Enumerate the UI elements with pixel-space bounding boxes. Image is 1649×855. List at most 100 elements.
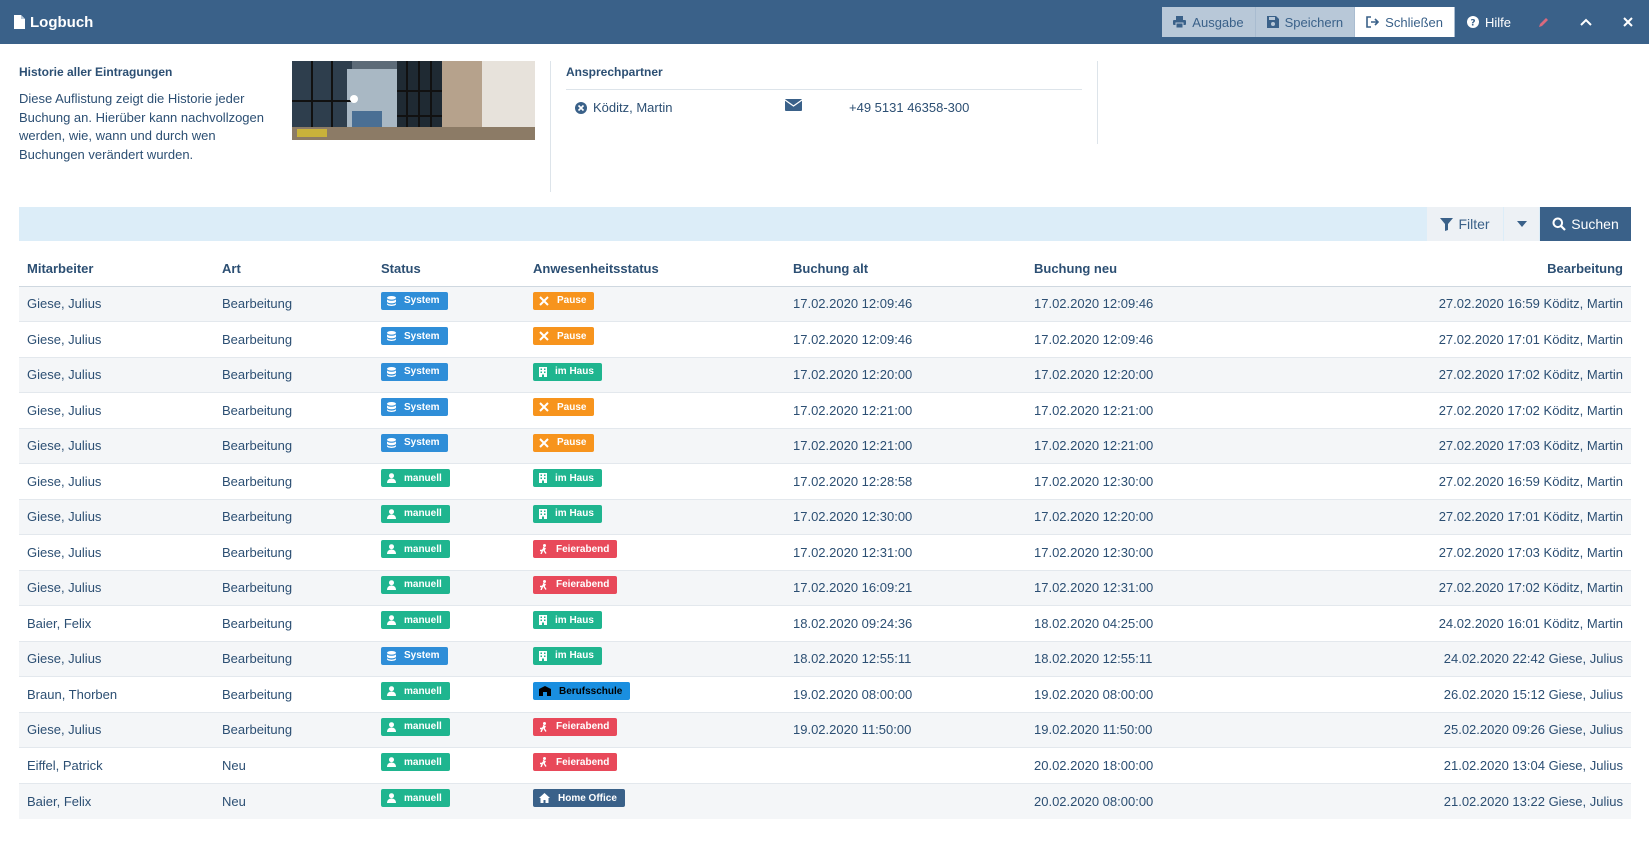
badge-label: Feierabend	[556, 579, 610, 591]
user-icon	[387, 793, 400, 803]
filter-label: Filter	[1458, 216, 1490, 232]
status-badge-manuell: manuell	[381, 611, 450, 630]
presence-badge-feierabend: Feierabend	[533, 717, 618, 736]
cell-bearbeitung: 27.02.2020 17:03 Köditz, Martin	[1276, 427, 1631, 464]
table-row[interactable]: Giese, Julius Bearbeitung System im Haus 17.…	[19, 356, 1631, 393]
cell-mitarbeiter: Giese, Julius	[19, 285, 214, 322]
cell-bearbeitung: 27.02.2020 17:01 Köditz, Martin	[1276, 498, 1631, 535]
cell-buchung-alt: 19.02.2020 11:50:00	[785, 711, 1026, 748]
cell-bearbeitung: 27.02.2020 17:01 Köditz, Martin	[1276, 321, 1631, 357]
status-badge-system: System	[381, 398, 448, 417]
table-row[interactable]: Giese, Julius Bearbeitung manuell im Haus 17…	[19, 463, 1631, 499]
collapse-button[interactable]	[1565, 0, 1607, 44]
save-icon	[1266, 16, 1279, 28]
filter-icon	[1440, 217, 1454, 231]
status-badge-manuell: manuell	[381, 575, 450, 594]
cell-mitarbeiter: Eiffel, Patrick	[19, 747, 214, 783]
status-badge-manuell: manuell	[381, 504, 450, 523]
utensils-icon	[539, 438, 553, 448]
col-header-anwesenheitsstatus[interactable]: Anwesenheitsstatus	[525, 251, 785, 287]
cell-anwesenheitsstatus: Feierabend	[525, 747, 785, 783]
table-row[interactable]: Giese, Julius Bearbeitung System Pause 17.02…	[19, 321, 1631, 357]
filter-button[interactable]: Filter	[1427, 207, 1503, 241]
table-row[interactable]: Braun, Thorben Bearbeitung manuell Berufssc…	[19, 676, 1631, 712]
cell-anwesenheitsstatus: im Haus	[525, 356, 785, 393]
separator	[550, 61, 551, 192]
badge-label: Pause	[557, 330, 587, 342]
cell-art: Bearbeitung	[214, 463, 373, 499]
database-icon	[387, 331, 400, 342]
table-row[interactable]: Giese, Julius Bearbeitung System im Haus 18.…	[19, 640, 1631, 677]
search-button[interactable]: Suchen	[1540, 207, 1631, 241]
status-badge-system: System	[381, 291, 448, 310]
cell-art: Bearbeitung	[214, 605, 373, 641]
cell-status: manuell	[373, 605, 525, 641]
cell-anwesenheitsstatus: Pause	[525, 427, 785, 464]
col-header-art[interactable]: Art	[214, 251, 373, 287]
table-row[interactable]: Giese, Julius Bearbeitung System Pause 17.02…	[19, 392, 1631, 428]
cell-anwesenheitsstatus: im Haus	[525, 605, 785, 641]
table-row[interactable]: Giese, Julius Bearbeitung manuell Feieraben…	[19, 534, 1631, 570]
table-header-row: Mitarbeiter Art Status Anwesenheitsstatu…	[19, 251, 1631, 287]
user-icon	[387, 757, 400, 768]
user-icon	[387, 615, 400, 626]
cell-status: System	[373, 321, 525, 357]
ausgabe-button[interactable]: Ausgabe	[1162, 7, 1256, 37]
user-icon	[387, 473, 400, 484]
col-header-buchung-neu[interactable]: Buchung neu	[1026, 251, 1276, 287]
badge-label: Feierabend	[556, 756, 610, 768]
badge-label: Pause	[557, 437, 587, 449]
user-icon	[387, 721, 400, 732]
cell-bearbeitung: 24.02.2020 16:01 Köditz, Martin	[1276, 605, 1631, 641]
cell-anwesenheitsstatus: Home Office	[525, 782, 785, 819]
contact-divider	[566, 89, 1082, 90]
database-icon	[387, 366, 400, 377]
cell-mitarbeiter: Giese, Julius	[19, 392, 214, 428]
speichern-button[interactable]: Speichern	[1255, 7, 1356, 37]
edit-button[interactable]	[1523, 0, 1565, 44]
close-button[interactable]	[1607, 0, 1649, 44]
cell-buchung-alt: 17.02.2020 12:31:00	[785, 534, 1026, 570]
col-header-status[interactable]: Status	[373, 251, 525, 287]
table-row[interactable]: Giese, Julius Bearbeitung manuell im Haus 17…	[19, 498, 1631, 535]
status-badge-manuell: manuell	[381, 469, 450, 488]
cell-art: Neu	[214, 782, 373, 819]
table-row[interactable]: Giese, Julius Bearbeitung manuell Feieraben…	[19, 711, 1631, 748]
cell-mitarbeiter: Giese, Julius	[19, 427, 214, 464]
col-header-buchung-alt[interactable]: Buchung alt	[785, 251, 1026, 287]
schliessen-button[interactable]: Schließen	[1355, 7, 1455, 37]
cell-bearbeitung: 24.02.2020 22:42 Giese, Julius	[1276, 640, 1631, 677]
hilfe-button[interactable]: ? Hilfe	[1455, 0, 1523, 44]
table-row[interactable]: Giese, Julius Bearbeitung System Pause 17.02…	[19, 285, 1631, 322]
cell-art: Bearbeitung	[214, 356, 373, 393]
cell-bearbeitung: 27.02.2020 16:59 Köditz, Martin	[1276, 463, 1631, 499]
table-row[interactable]: Eiffel, Patrick Neu manuell Feierabend 20.02…	[19, 747, 1631, 783]
cell-art: Bearbeitung	[214, 569, 373, 606]
info-title: Historie aller Eintragungen	[19, 65, 173, 79]
table-row[interactable]: Baier, Felix Bearbeitung manuell im Haus 18.…	[19, 605, 1631, 641]
cell-buchung-alt: 18.02.2020 09:24:36	[785, 605, 1026, 641]
col-header-mitarbeiter[interactable]: Mitarbeiter	[19, 251, 214, 287]
presence-badge-pause: Pause	[533, 433, 595, 452]
cell-anwesenheitsstatus: Pause	[525, 321, 785, 357]
schliessen-label: Schließen	[1385, 14, 1443, 30]
presence-badge-feierabend: Feierabend	[533, 753, 618, 772]
cell-art: Bearbeitung	[214, 427, 373, 464]
contact-person: Köditz, Martin	[575, 100, 672, 115]
search-label: Suchen	[1571, 216, 1619, 232]
badge-label: manuell	[404, 614, 442, 626]
cell-status: manuell	[373, 782, 525, 819]
badge-label: manuell	[404, 756, 442, 768]
cell-buchung-neu: 19.02.2020 11:50:00	[1026, 711, 1276, 748]
presence-badge-berufsschule: Berufsschule	[533, 682, 631, 701]
col-header-bearbeitung[interactable]: Bearbeitung	[1276, 251, 1631, 287]
cell-buchung-neu: 17.02.2020 12:21:00	[1026, 392, 1276, 428]
contact-email-link[interactable]	[784, 98, 803, 116]
presence-badge-im-haus: im Haus	[533, 504, 602, 523]
building-icon	[539, 366, 551, 377]
table-row[interactable]: Giese, Julius Bearbeitung System Pause 17.02…	[19, 427, 1631, 464]
filter-dropdown-button[interactable]	[1504, 207, 1539, 241]
table-row[interactable]: Baier, Felix Neu manuell Home Office 20.02.2…	[19, 782, 1631, 819]
table-row[interactable]: Giese, Julius Bearbeitung manuell Feieraben…	[19, 569, 1631, 606]
badge-label: manuell	[404, 508, 442, 520]
